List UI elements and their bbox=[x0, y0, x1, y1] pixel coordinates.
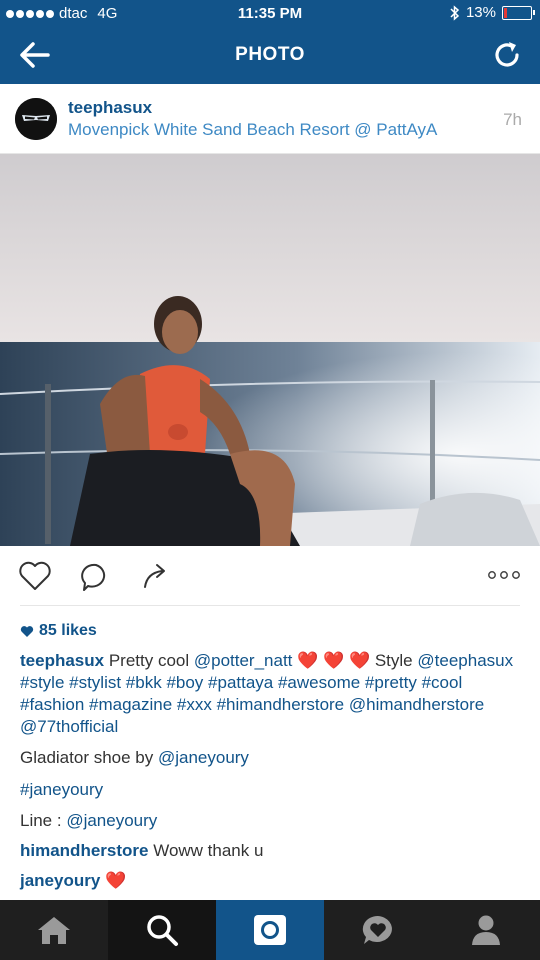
status-right: 13% bbox=[450, 4, 535, 21]
heart-bubble-icon bbox=[362, 915, 392, 944]
home-icon bbox=[38, 917, 70, 944]
comment-username[interactable]: himandherstore bbox=[20, 841, 148, 860]
divider bbox=[20, 605, 520, 606]
status-bar: dtac 4G 11:35 PM 13% bbox=[0, 0, 540, 28]
post-time: 7h bbox=[503, 110, 522, 129]
caption-username[interactable]: teephasux bbox=[20, 651, 104, 670]
heart-emoji-icon: ❤️ bbox=[105, 871, 127, 890]
tab-home[interactable] bbox=[0, 900, 108, 960]
camera-icon bbox=[254, 915, 286, 945]
comment-hashtag[interactable]: #janeyoury bbox=[20, 780, 103, 799]
post-header: teephasux Movenpick White Sand Beach Res… bbox=[0, 84, 540, 154]
post-username[interactable]: teephasux bbox=[68, 98, 152, 118]
more-options-icon[interactable] bbox=[487, 570, 521, 580]
comment-text: Line : bbox=[20, 811, 67, 830]
post-actions bbox=[0, 546, 540, 608]
battery-fill bbox=[504, 7, 507, 18]
comment-text: Woww thank u bbox=[148, 841, 264, 860]
tab-bar bbox=[0, 900, 540, 960]
likes-heart-icon bbox=[20, 625, 34, 637]
comment-line: Gladiator shoe by @janeyoury bbox=[20, 747, 249, 769]
likes-label: 85 likes bbox=[39, 622, 97, 639]
caption-mention[interactable]: @potter_natt bbox=[194, 651, 293, 670]
comment-line: janeyoury ❤️ bbox=[20, 870, 126, 892]
comment-text: Gladiator shoe by bbox=[20, 748, 158, 767]
share-arrow-icon[interactable] bbox=[140, 561, 170, 591]
search-icon bbox=[147, 915, 178, 946]
comment-line: #janeyoury bbox=[20, 779, 103, 801]
battery-percent: 13% bbox=[465, 4, 496, 21]
nav-bar: PHOTO bbox=[0, 28, 540, 84]
heart-emoji-icon: ❤️ bbox=[297, 651, 319, 670]
comment-line: Line : @janeyoury bbox=[20, 810, 157, 832]
battery-icon bbox=[502, 5, 535, 20]
avatar[interactable] bbox=[15, 98, 57, 140]
bluetooth-icon bbox=[450, 4, 460, 21]
comment-username[interactable]: janeyoury bbox=[20, 871, 100, 890]
heart-emoji-icon: ❤️ bbox=[348, 651, 371, 670]
page-title: PHOTO bbox=[235, 44, 305, 65]
heart-emoji-icon: ❤️ bbox=[323, 651, 345, 670]
caption-text: Pretty cool bbox=[104, 651, 194, 670]
tab-search[interactable] bbox=[108, 900, 216, 960]
comment-mention[interactable]: @janeyoury bbox=[66, 811, 157, 830]
tab-profile[interactable] bbox=[432, 900, 540, 960]
refresh-icon[interactable] bbox=[492, 40, 522, 70]
likes-count[interactable]: 85 likes bbox=[20, 622, 97, 640]
post-photo[interactable] bbox=[0, 154, 540, 546]
comment-line: himandherstore Woww thank u bbox=[20, 840, 263, 862]
tab-activity[interactable] bbox=[324, 900, 432, 960]
comment-mention[interactable]: @janeyoury bbox=[158, 748, 249, 767]
post-location[interactable]: Movenpick White Sand Beach Resort @ Patt… bbox=[68, 120, 437, 140]
comment-icon[interactable] bbox=[80, 561, 112, 593]
caption-text-style: Style bbox=[370, 651, 413, 670]
post-caption: teephasux Pretty cool @potter_natt ❤️ ❤️… bbox=[20, 650, 525, 738]
person-icon bbox=[472, 915, 500, 945]
like-heart-icon[interactable] bbox=[18, 561, 52, 591]
tab-camera[interactable] bbox=[216, 900, 324, 960]
